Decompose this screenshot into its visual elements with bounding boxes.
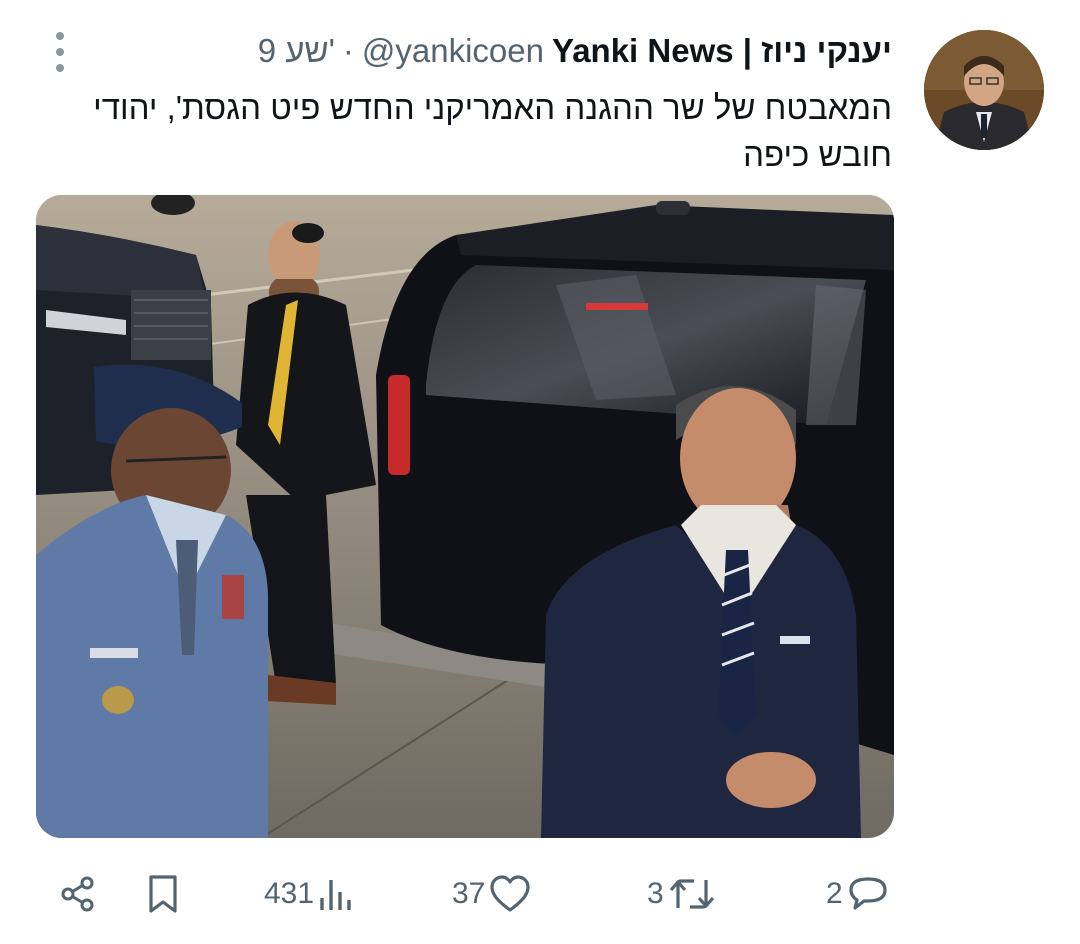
bookmark-icon — [149, 875, 177, 913]
avatar-image — [924, 30, 1044, 150]
retweet-icon — [669, 879, 714, 909]
separator-dot: · — [342, 32, 354, 69]
replies-count: 2 — [826, 877, 843, 910]
tweet-timestamp[interactable]: 9 שע' — [258, 32, 335, 70]
heart-icon — [490, 875, 530, 912]
retweets-count: 3 — [647, 877, 664, 910]
likes-count: 37 — [452, 877, 486, 910]
tweet-text: המאבטח של שר ההגנה האמריקני החדש פיט הגס… — [93, 89, 892, 173]
views-button[interactable]: 431 — [264, 862, 354, 926]
author-handle[interactable]: @yankicoen — [362, 32, 544, 70]
views-icon — [320, 880, 351, 910]
retweet-button[interactable]: 3 — [647, 862, 716, 926]
tweet-photo[interactable] — [36, 195, 894, 838]
share-icon — [61, 876, 94, 912]
photo-scene — [36, 195, 894, 838]
more-vertical-icon[interactable] — [50, 32, 70, 72]
like-button[interactable]: 37 — [452, 862, 531, 926]
views-count: 431 — [264, 877, 315, 910]
bookmark-button[interactable] — [145, 862, 181, 926]
share-button[interactable] — [58, 862, 98, 926]
author-display-name[interactable]: Yanki News | יענקי ניוז — [552, 32, 892, 70]
reply-icon — [849, 877, 887, 910]
avatar[interactable] — [924, 30, 1044, 150]
tweet-action-bar: 431 37 3 2 — [0, 862, 1080, 926]
reply-button[interactable]: 2 — [826, 862, 889, 926]
tweet-header: Yanki News | יענקי ניוז @yankicoen · 9 ש… — [258, 28, 892, 74]
